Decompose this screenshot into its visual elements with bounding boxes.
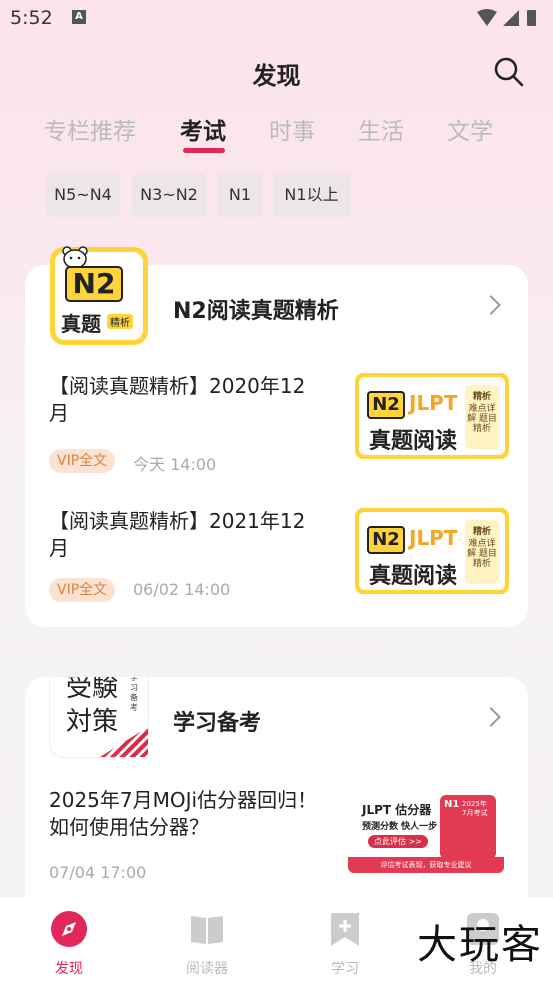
filter-chip-n1-plus[interactable]: N1以上	[273, 173, 350, 217]
nav-discover[interactable]: 发现	[29, 910, 109, 978]
tab-news[interactable]: 时事	[269, 112, 315, 146]
n2-logo-sub: 真题	[61, 312, 101, 336]
nav-study[interactable]: 学习	[305, 910, 385, 978]
article-title[interactable]: 【阅读真题精析】2021年12月	[49, 508, 319, 562]
status-icons	[477, 9, 536, 26]
thumb-side-body: 难点详解 题目精析	[467, 539, 497, 569]
article-title[interactable]: 【阅读真题精析】2020年12月	[49, 373, 319, 427]
filter-chip-n1[interactable]: N1	[218, 173, 262, 217]
status-time: 5:52	[10, 7, 53, 29]
page-title: 发现	[252, 62, 301, 90]
thumb-side-panel: 精析 难点详解 题目精析	[465, 385, 499, 449]
logo-side-text: 学习备考	[130, 677, 138, 712]
tab-life[interactable]: 生活	[358, 112, 404, 146]
battery-icon	[527, 10, 536, 26]
nav-label: 学习	[331, 961, 359, 977]
logo-line2: 対策	[66, 707, 119, 737]
watermark-text: 大玩客	[417, 922, 543, 968]
exam-prep-logo[interactable]: 受験 対策 学习备考	[50, 677, 148, 757]
thumb-sub: 预测分数 快人一步	[362, 822, 438, 832]
thumb-level: N2	[367, 391, 405, 419]
nav-reader[interactable]: 阅读器	[167, 910, 247, 978]
article-title[interactable]: 2025年7月MOJi估分器回归！如何使用估分器？	[49, 787, 319, 841]
filter-chip-n5-n4[interactable]: N5~N4	[46, 173, 120, 217]
top-bar: 发现	[0, 38, 553, 104]
bear-mascot-icon	[62, 246, 88, 268]
filter-chip-n3-n2[interactable]: N3~N2	[132, 173, 206, 217]
active-tab-indicator	[183, 148, 225, 153]
n2-column-logo[interactable]: N2 真题 精析	[50, 246, 148, 345]
thumb-month: 7月考试	[462, 809, 488, 817]
thumb-side-top: 精析	[472, 527, 491, 537]
thumb-badge: N1	[444, 799, 460, 810]
compass-icon	[51, 911, 87, 947]
article-thumbnail[interactable]: JLPT 估分器 预测分数 快人一步 点此评估 >> N1 2025年 7月考试…	[348, 785, 504, 873]
article-time: 今天 14:00	[133, 455, 217, 474]
thumb-jlpt: JLPT	[409, 391, 458, 415]
article-thumbnail[interactable]: N2 JLPT 真题阅读 精析 难点详解 题目精析	[355, 508, 509, 594]
thumb-level: N2	[367, 526, 405, 554]
bookmark-plus-icon	[331, 913, 359, 946]
article-time: 07/04 17:00	[49, 863, 147, 882]
article-time: 06/02 14:00	[133, 580, 231, 599]
book-icon	[191, 916, 223, 944]
logo-line1: 受験	[66, 677, 119, 703]
article-item[interactable]: 【阅读真题精析】2021年12月 VIP全文 06/02 14:00 N2 JL…	[49, 508, 509, 608]
thumb-main-text: 真题阅读	[369, 429, 458, 454]
thumb-head: JLPT 估分器	[362, 803, 432, 817]
column-title[interactable]: N2阅读真题精析	[173, 293, 339, 325]
thumb-phone-card: N1 2025年 7月考试	[440, 795, 496, 859]
nav-label: 阅读器	[186, 961, 228, 977]
notification-a-icon: A	[72, 10, 86, 24]
tab-exam[interactable]: 考试	[180, 112, 226, 146]
thumb-cta: 点此评估 >>	[368, 835, 428, 848]
thumb-side-panel: 精析 难点详解 题目精析	[465, 520, 499, 584]
column-title[interactable]: 学习备考	[173, 705, 261, 737]
nav-label: 发现	[55, 961, 83, 977]
wifi-icon	[477, 9, 497, 26]
chevron-right-icon[interactable]	[481, 295, 501, 315]
exam-prep-logo-text: 受験 対策	[66, 677, 118, 739]
search-icon[interactable]	[493, 56, 525, 88]
thumb-side-body: 难点详解 题目精析	[467, 404, 497, 434]
vip-badge: VIP全文	[49, 449, 116, 473]
category-tabs: 专栏推荐 考试 时事 生活 文学	[0, 112, 553, 160]
thumb-jlpt: JLPT	[409, 526, 458, 550]
chevron-right-icon[interactable]	[481, 707, 501, 727]
status-bar: 5:52 A	[0, 0, 553, 38]
column-card-exam-prep: 受験 対策 学习备考 学习备考 2025年7月MOJi估分器回归！如何使用估分器…	[25, 677, 528, 917]
thumb-footer: 评估考试表现，获取专业建议	[348, 857, 504, 873]
n2-logo-tag: 精析	[107, 314, 133, 329]
vip-badge: VIP全文	[49, 578, 116, 602]
tab-literature[interactable]: 文学	[447, 112, 493, 146]
signal-icon	[503, 10, 519, 26]
n2-logo-level: N2	[65, 266, 123, 302]
article-thumbnail[interactable]: N2 JLPT 真题阅读 精析 难点详解 题目精析	[355, 373, 509, 459]
thumb-side-top: 精析	[472, 392, 491, 402]
tab-recommended[interactable]: 专栏推荐	[44, 112, 136, 146]
thumb-main-text: 真题阅读	[369, 564, 458, 589]
article-item[interactable]: 【阅读真题精析】2020年12月 VIP全文 今天 14:00 N2 JLPT …	[49, 373, 509, 474]
column-card-n2-reading: N2 真题 精析 N2阅读真题精析 【阅读真题精析】2020年12月 VIP全文…	[25, 246, 528, 627]
